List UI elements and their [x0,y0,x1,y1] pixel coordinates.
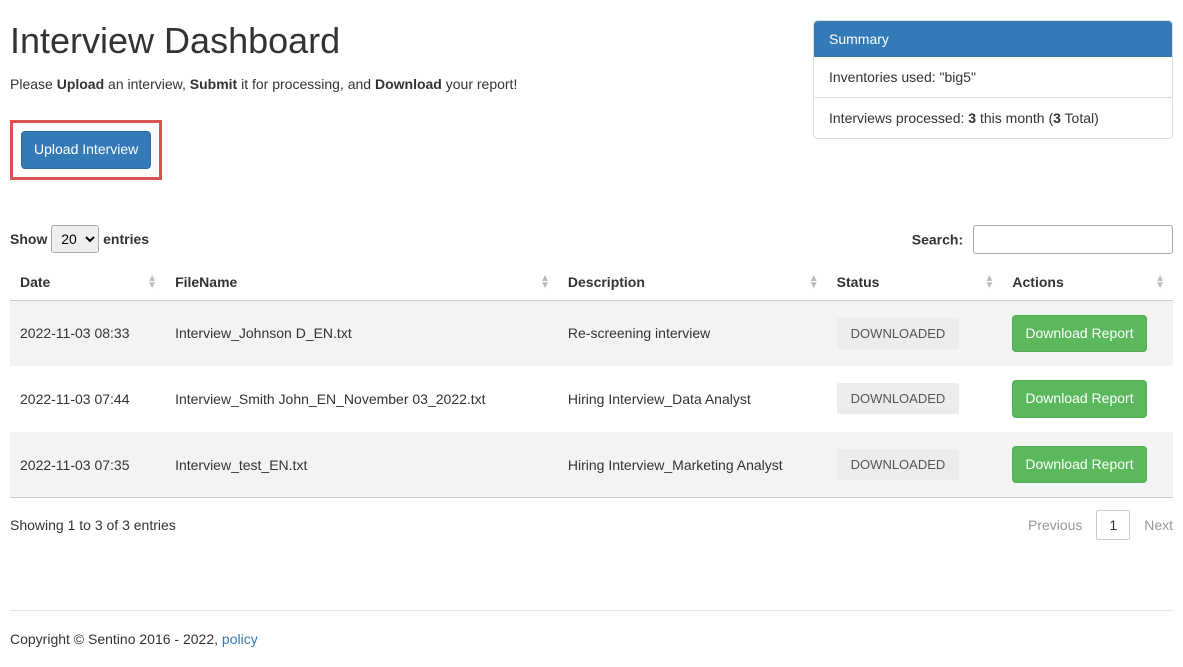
previous-page[interactable]: Previous [1028,517,1082,533]
table-row: 2022-11-03 08:33 Interview_Johnson D_EN.… [10,300,1173,366]
cell-date: 2022-11-03 07:44 [10,366,165,432]
search-label: Search: [912,231,963,247]
cell-actions: Download Report [1002,300,1173,366]
col-header-date[interactable]: Date ▲▼ [10,264,165,301]
search-input[interactable] [973,225,1173,254]
footer: Copyright © Sentino 2016 - 2022, policy [10,631,1173,667]
col-header-filename[interactable]: FileName ▲▼ [165,264,558,301]
next-page[interactable]: Next [1144,517,1173,533]
entries-length-select[interactable]: 20 [51,225,99,253]
status-badge: DOWNLOADED [837,383,960,414]
page-title: Interview Dashboard [10,20,793,62]
copyright-text: Copyright © Sentino 2016 - 2022, [10,631,222,647]
page-number-1[interactable]: 1 [1096,510,1130,540]
col-header-actions[interactable]: Actions ▲▼ [1002,264,1173,301]
pagination: Previous 1 Next [1028,510,1173,540]
cell-date: 2022-11-03 08:33 [10,300,165,366]
cell-description: Hiring Interview_Data Analyst [558,366,827,432]
cell-filename: Interview_Johnson D_EN.txt [165,300,558,366]
cell-actions: Download Report [1002,366,1173,432]
footer-divider [10,610,1173,611]
cell-filename: Interview_Smith John_EN_November 03_2022… [165,366,558,432]
sort-icon: ▲▼ [540,275,550,289]
cell-actions: Download Report [1002,432,1173,498]
status-badge: DOWNLOADED [837,318,960,349]
sort-icon: ▲▼ [809,275,819,289]
entries-length-control: Show 20 entries [10,225,149,253]
cell-status: DOWNLOADED [827,432,1003,498]
sort-icon: ▲▼ [147,275,157,289]
summary-inventories: Inventories used: "big5" [814,57,1172,98]
cell-date: 2022-11-03 07:35 [10,432,165,498]
summary-panel: Summary Inventories used: "big5" Intervi… [813,20,1173,139]
download-report-button[interactable]: Download Report [1012,315,1146,353]
sort-icon: ▲▼ [1155,275,1165,289]
search-control: Search: [912,225,1173,254]
policy-link[interactable]: policy [222,631,258,647]
table-row: 2022-11-03 07:35 Interview_test_EN.txt H… [10,432,1173,498]
col-header-description[interactable]: Description ▲▼ [558,264,827,301]
cell-filename: Interview_test_EN.txt [165,432,558,498]
cell-description: Hiring Interview_Marketing Analyst [558,432,827,498]
download-report-button[interactable]: Download Report [1012,446,1146,484]
summary-processed: Interviews processed: 3 this month (3 To… [814,98,1172,138]
sort-icon: ▲▼ [985,275,995,289]
cell-status: DOWNLOADED [827,366,1003,432]
summary-heading: Summary [814,21,1172,57]
upload-highlight-box: Upload Interview [10,120,162,180]
interviews-table: Date ▲▼ FileName ▲▼ Description ▲▼ Statu… [10,264,1173,499]
download-report-button[interactable]: Download Report [1012,380,1146,418]
intro-text: Please Upload an interview, Submit it fo… [10,76,793,92]
table-info: Showing 1 to 3 of 3 entries [10,517,176,533]
cell-status: DOWNLOADED [827,300,1003,366]
col-header-status[interactable]: Status ▲▼ [827,264,1003,301]
status-badge: DOWNLOADED [837,449,960,480]
upload-interview-button[interactable]: Upload Interview [21,131,151,169]
cell-description: Re-screening interview [558,300,827,366]
table-row: 2022-11-03 07:44 Interview_Smith John_EN… [10,366,1173,432]
